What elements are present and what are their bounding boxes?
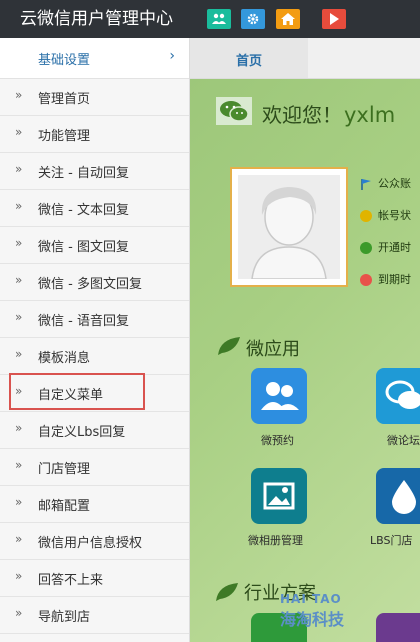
app-tile-forum[interactable] <box>376 368 420 424</box>
play-icon <box>330 13 339 25</box>
double-chevron-icon: » <box>15 347 23 361</box>
sidebar-item-label: 关注 - 自动回复 <box>38 166 129 181</box>
double-chevron-icon: » <box>15 199 23 213</box>
welcome-label: 欢迎您！ <box>262 103 342 127</box>
sidebar-item[interactable]: » 微信用户信息授权 <box>0 523 189 560</box>
sidebar-item[interactable]: » 管理首页 <box>0 79 189 116</box>
sidebar-item[interactable]: » 微信 - 多图文回复 <box>0 264 189 301</box>
sidebar-item-label: 模板消息 <box>38 351 91 366</box>
avatar <box>230 167 348 287</box>
sidebar-item[interactable]: » 模板消息 <box>0 338 189 375</box>
leaf-icon <box>218 337 240 355</box>
users-button[interactable] <box>207 9 231 29</box>
app-tile-booking[interactable] <box>251 368 307 424</box>
status-info-row: 帐号状 <box>360 207 411 223</box>
sidebar-item[interactable]: » 关注 - 自动回复 <box>0 153 189 190</box>
app-title: 云微信用户管理中心 <box>20 9 173 29</box>
expire-time-row: 到期时 <box>360 271 411 287</box>
double-chevron-icon: » <box>15 310 23 324</box>
app-tile-industry-2[interactable] <box>376 613 420 642</box>
sidebar-item-label: 功能管理 <box>38 129 91 144</box>
sidebar-item[interactable]: » 功能管理 <box>0 116 189 153</box>
sidebar-item[interactable]: » 自定义菜单 <box>0 373 189 412</box>
account-info-text: 公众账 <box>378 177 411 190</box>
double-chevron-icon: » <box>15 88 23 102</box>
double-chevron-icon: » <box>15 495 23 509</box>
home-button[interactable] <box>276 9 300 29</box>
app-label-booking: 微预约 <box>261 434 294 447</box>
open-time-row: 开通时 <box>360 239 411 255</box>
picture-icon <box>263 482 295 510</box>
watermark-line2: 海淘科技 <box>280 610 345 629</box>
top-bar: 云微信用户管理中心 <box>0 0 420 38</box>
highlight-box <box>9 373 145 410</box>
double-chevron-icon: » <box>15 532 23 546</box>
flag-icon <box>361 179 371 190</box>
tab-home[interactable]: 首页 <box>190 38 308 78</box>
sidebar-item-label: 导航到店 <box>38 610 91 625</box>
double-chevron-icon: » <box>15 236 23 250</box>
watermark: HAI TAO 海淘科技 <box>280 592 344 630</box>
open-time-text: 开通时 <box>378 241 411 254</box>
app-label-lbs: LBS门店 <box>370 534 413 547</box>
settings-button[interactable] <box>241 9 265 29</box>
sidebar-item[interactable]: » 微信 - 图文回复 <box>0 227 189 264</box>
sidebar-item[interactable]: » 邮箱配置 <box>0 486 189 523</box>
double-chevron-icon: » <box>15 273 23 287</box>
dashboard: 欢迎您！yxlm 公众账 帐号状 开通时 到期时 微应用 微预约 微论坛 微相册… <box>190 79 420 642</box>
user-silhouette-icon <box>251 187 327 280</box>
play-button[interactable] <box>322 9 346 29</box>
username: yxlm <box>344 103 396 127</box>
expire-time-text: 到期时 <box>378 273 411 286</box>
app-tile-lbs[interactable] <box>376 468 420 524</box>
double-chevron-icon: » <box>15 125 23 139</box>
double-chevron-icon: » <box>15 606 23 620</box>
welcome-text: 欢迎您！yxlm <box>262 99 395 128</box>
apps-section-title: 微应用 <box>246 339 300 360</box>
sidebar-item-label: 微信 - 语音回复 <box>38 314 129 329</box>
wechat-icon <box>216 97 252 125</box>
sidebar-section-header[interactable]: 基础设置 › <box>0 38 189 79</box>
sidebar-item-label: 自定义Lbs回复 <box>38 425 126 440</box>
sidebar-item[interactable]: » 门店管理 <box>0 449 189 486</box>
alert-icon <box>360 210 372 222</box>
sidebar-item-label: 回答不上来 <box>38 573 104 588</box>
double-chevron-icon: » <box>15 162 23 176</box>
app-label-album: 微相册管理 <box>248 534 303 547</box>
clock-icon <box>360 274 372 286</box>
sidebar-item[interactable]: » 导航到店 <box>0 597 189 634</box>
chat-icon <box>385 380 420 409</box>
home-icon <box>281 13 295 25</box>
double-chevron-icon: » <box>15 458 23 472</box>
app-tile-album[interactable] <box>251 468 307 524</box>
account-info-row: 公众账 <box>360 175 411 191</box>
drop-icon <box>392 480 416 514</box>
check-icon <box>360 242 372 254</box>
tab-bar: 首页 <box>190 38 420 79</box>
double-chevron-icon: » <box>15 421 23 435</box>
leaf-icon <box>216 583 238 601</box>
sidebar-item-label: 微信 - 多图文回复 <box>38 277 142 292</box>
sidebar-item-label: 微信用户信息授权 <box>38 536 143 551</box>
sidebar: 基础设置 › » 管理首页 » 功能管理 » 关注 - 自动回复 » 微信 - 文本回复 » 微信… <box>0 38 190 642</box>
sidebar-item-label: 管理首页 <box>38 92 91 107</box>
sidebar-item[interactable]: » 微信 - 语音回复 <box>0 301 189 338</box>
sidebar-item-label: 邮箱配置 <box>38 499 91 514</box>
watermark-line1: HAI TAO <box>280 592 342 606</box>
sidebar-section-label: 基础设置 <box>38 53 91 68</box>
status-info-text: 帐号状 <box>378 209 411 222</box>
sidebar-item-label: 微信 - 文本回复 <box>38 203 129 218</box>
app-label-forum: 微论坛 <box>387 434 420 447</box>
sidebar-item-label: 门店管理 <box>38 462 91 477</box>
users-icon <box>212 13 226 24</box>
gear-icon <box>247 13 259 25</box>
tab-home-label: 首页 <box>236 54 263 69</box>
sidebar-item[interactable]: » 微信 - 文本回复 <box>0 190 189 227</box>
users-icon <box>261 382 299 410</box>
sidebar-item[interactable]: » 回答不上来 <box>0 560 189 597</box>
sidebar-item-label: 微信 - 图文回复 <box>38 240 129 255</box>
chevron-right-icon: › <box>169 48 175 64</box>
double-chevron-icon: » <box>15 569 23 583</box>
sidebar-item[interactable]: » 自定义Lbs回复 <box>0 412 189 449</box>
